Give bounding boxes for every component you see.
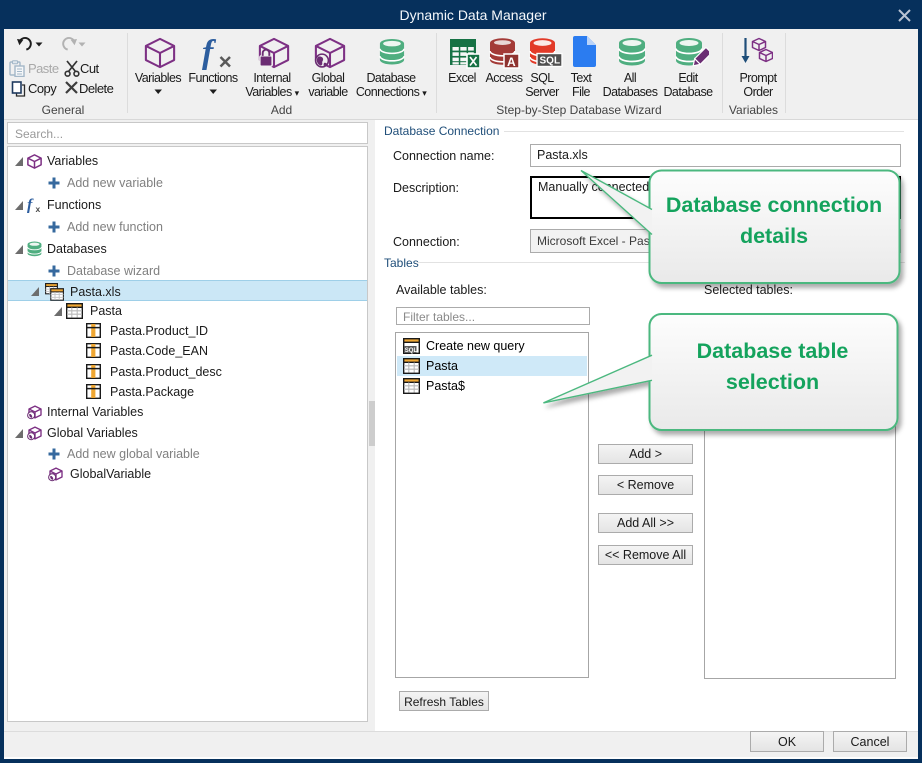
svg-text:x: x [36, 204, 41, 213]
svg-text:f: f [27, 197, 34, 214]
svg-text:SQL: SQL [405, 348, 418, 354]
svg-text:A: A [507, 55, 516, 69]
svg-text:SQL: SQL [540, 56, 561, 67]
svg-text:f: f [202, 35, 217, 71]
